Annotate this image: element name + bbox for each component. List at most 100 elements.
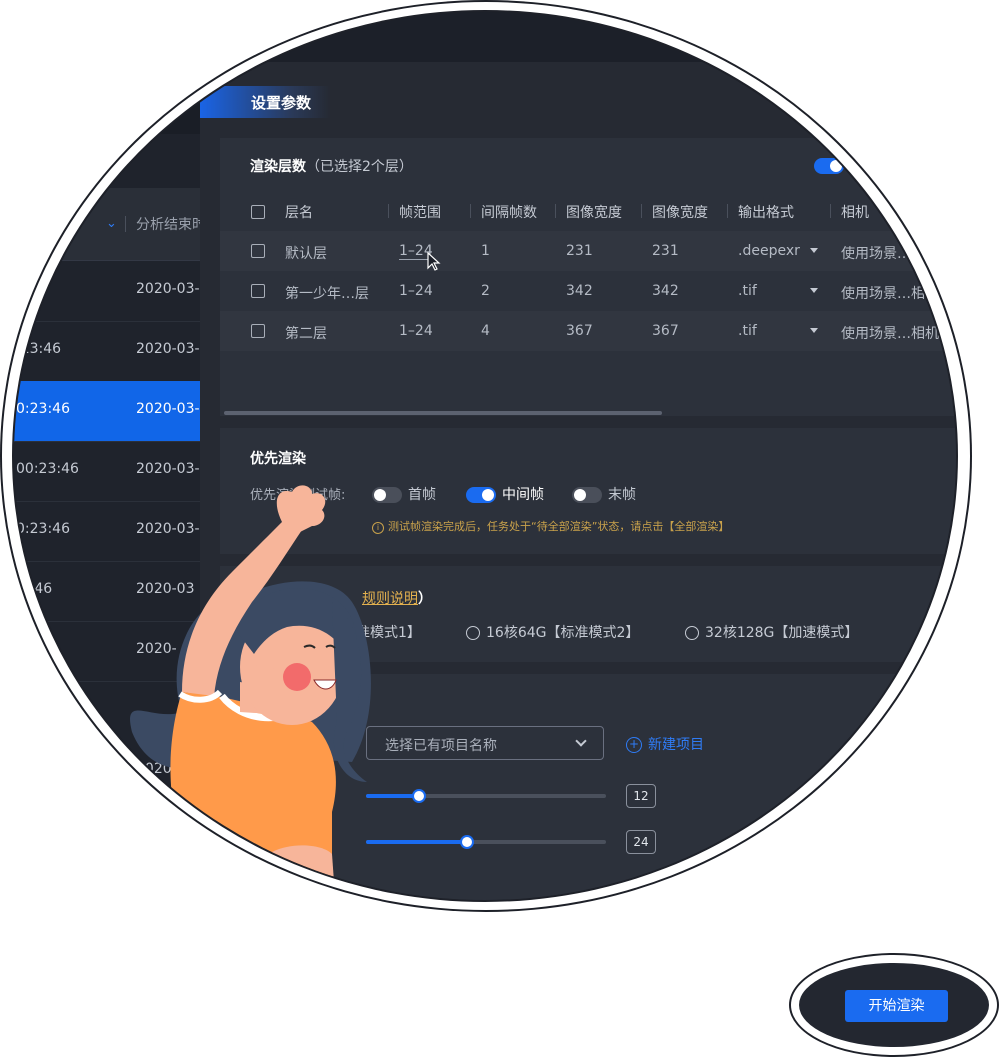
priority-render-title: 优先渲染: [250, 451, 306, 467]
column-divider: [830, 204, 831, 218]
last-frame-label: 末帧: [608, 487, 636, 503]
table-row[interactable]: 第二层 1–24 4 367 367 .tif 使用场景…相机: [220, 311, 956, 351]
column-divider: [388, 204, 389, 218]
cell-output-format[interactable]: .tif: [738, 323, 757, 339]
column-divider: [470, 204, 471, 218]
slider-2[interactable]: [366, 835, 606, 849]
select-all-checkbox[interactable]: [251, 205, 265, 219]
render-layers-title: 渲染层数（已选择2个层）: [250, 156, 413, 176]
toggle-knob: [574, 489, 586, 501]
cell-layer-name: 第一少年…层: [285, 286, 369, 302]
cell-output-format[interactable]: .deepexr: [738, 243, 800, 259]
column-layer-name: 层名: [285, 205, 313, 221]
layers-table-header: 层名 帧范围 间隔帧数 图像宽度 图像宽度 输出格式 相机: [220, 194, 956, 228]
project-select[interactable]: 选择已有项目名称: [366, 726, 604, 760]
last-frame-toggle[interactable]: [572, 487, 602, 503]
slider-1-thumb[interactable]: [411, 789, 426, 803]
render-mode-title-suffix: ）: [418, 591, 432, 607]
radio-circle[interactable]: [466, 626, 480, 640]
new-project-button[interactable]: + 新建项目: [626, 734, 704, 754]
mode-option-2[interactable]: 16核64G【标准模式2】: [466, 622, 639, 642]
column-camera: 相机: [841, 205, 869, 221]
render-layers-label: 渲染层数: [250, 159, 306, 175]
priority-tip-text: 测试帧渲染完成后，任务处于“待全部渲染”状态，请点击【全部渲染】: [388, 520, 730, 533]
cell-width-2: 342: [652, 283, 679, 299]
format-dropdown-icon[interactable]: [810, 288, 818, 293]
sort-chevron-icon[interactable]: ⌄: [106, 216, 117, 231]
row-date: 2020-03-: [136, 461, 200, 477]
panel-title-tab: 设置参数: [200, 86, 330, 118]
row-time: :46: [16, 281, 39, 297]
row-date: 2020-03-: [136, 401, 200, 417]
cell-frame-range[interactable]: 1–24: [399, 283, 433, 299]
row-checkbox[interactable]: [251, 284, 265, 298]
row-time: :23:46: [16, 341, 62, 357]
middle-frame-label: 中间帧: [502, 487, 544, 503]
column-divider: [641, 204, 642, 218]
cell-interval: 2: [481, 283, 490, 299]
cell-layer-name: 第二层: [285, 326, 327, 342]
cell-width-1: 342: [566, 283, 593, 299]
column-frame-range: 帧范围: [399, 205, 441, 221]
format-dropdown-icon[interactable]: [810, 248, 818, 253]
toggle-knob: [830, 160, 842, 172]
column-interval: 间隔帧数: [481, 205, 537, 221]
row-time: 0:23:46: [16, 401, 70, 417]
priority-tip: i 测试帧渲染完成后，任务处于“待全部渲染”状态，请点击【全部渲染】: [372, 518, 729, 534]
middle-frame-toggle[interactable]: [466, 487, 496, 503]
column-width-1: 图像宽度: [566, 205, 622, 221]
slider-1[interactable]: [366, 789, 606, 803]
mode-option-2-label: 16核64G【标准模式2】: [486, 625, 640, 641]
left-toolbar: [14, 62, 200, 134]
table-row[interactable]: 第一少年…层 1–24 2 342 342 .tif 使用场景…相: [220, 271, 956, 311]
row-checkbox[interactable]: [251, 244, 265, 258]
horizontal-scrollbar[interactable]: [224, 411, 662, 415]
cell-frame-range[interactable]: 1–24: [399, 323, 433, 339]
render-layers-toggle[interactable]: [814, 158, 844, 174]
option-last-frame[interactable]: 末帧: [572, 484, 636, 504]
format-dropdown-icon[interactable]: [810, 328, 818, 333]
chevron-down-icon: [575, 735, 587, 747]
table-row[interactable]: 默认层 1–24 1 231 231 .deepexr 使用场景…: [220, 231, 956, 271]
row-checkbox[interactable]: [251, 324, 265, 338]
mode-option-3[interactable]: 32核128G【加速模式】: [685, 622, 858, 642]
start-render-button[interactable]: 开始渲染: [845, 990, 948, 1022]
slider-1-value[interactable]: 12: [626, 784, 656, 808]
cell-output-format[interactable]: .tif: [738, 283, 757, 299]
row-date: 2020-03-: [136, 341, 200, 357]
cell-camera: 使用场景…: [841, 246, 911, 262]
slider-2-thumb[interactable]: [459, 835, 474, 849]
option-middle-frame[interactable]: 中间帧: [466, 484, 544, 504]
row-time: 0:23:46: [16, 521, 70, 537]
cell-width-1: 367: [566, 323, 593, 339]
cell-width-1: 231: [566, 243, 593, 259]
slider-2-value[interactable]: 24: [626, 830, 656, 854]
waving-girl-illustration: [130, 485, 371, 900]
radio-circle[interactable]: [685, 626, 699, 640]
render-layers-count: （已选择2个层）: [306, 159, 413, 175]
cell-camera: 使用场景…相机: [841, 326, 939, 342]
column-divider: [727, 204, 728, 218]
table-row[interactable]: :46 2020-03-: [14, 261, 200, 322]
cell-interval: 4: [481, 323, 490, 339]
column-width-2: 图像宽度: [652, 205, 708, 221]
row-date: 2020-03-: [136, 281, 200, 297]
render-layers-card: 渲染层数（已选择2个层） 层名 帧范围 间隔帧数 图像宽度 图像宽度 输出格式: [220, 138, 956, 416]
mode-option-3-label: 32核128G【加速模式】: [705, 625, 859, 641]
toggle-knob: [482, 489, 494, 501]
table-row-selected[interactable]: 0:23:46 2020-03-: [14, 381, 200, 442]
first-frame-label: 首帧: [408, 487, 436, 503]
cell-width-2: 367: [652, 323, 679, 339]
task-list-header: ⌄ 分析结束时: [14, 188, 206, 261]
column-divider: [125, 216, 126, 232]
plus-circle-icon: +: [626, 737, 642, 753]
cell-interval: 1: [481, 243, 490, 259]
cell-layer-name: 默认层: [285, 246, 327, 262]
project-select-placeholder: 选择已有项目名称: [385, 738, 497, 754]
column-header-analysis-end[interactable]: 分析结束时: [136, 214, 206, 234]
table-row[interactable]: :23:46 2020-03-: [14, 321, 200, 382]
spotlight-circle: ⌄ 分析结束时 :46 2020-03- :23:46 2020-03- 0:2…: [12, 10, 958, 902]
cell-width-2: 231: [652, 243, 679, 259]
row-time: 00:23:46: [16, 461, 79, 477]
cell-camera: 使用场景…相: [841, 286, 925, 302]
